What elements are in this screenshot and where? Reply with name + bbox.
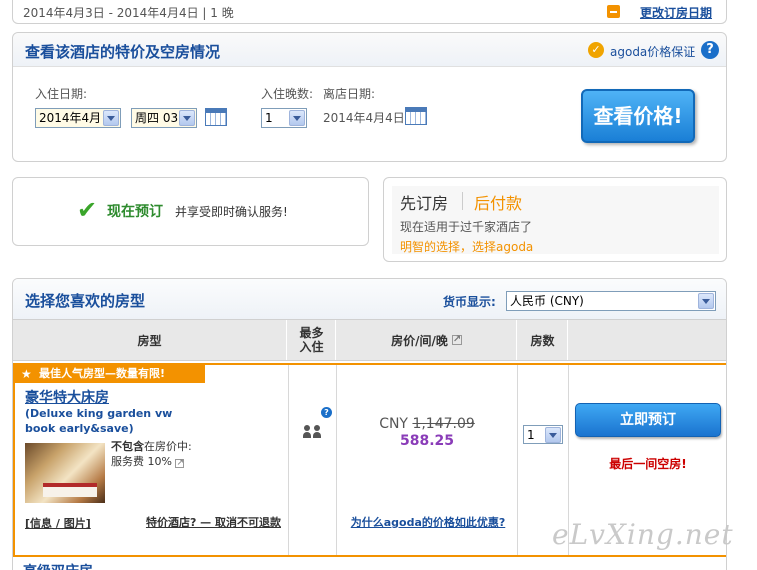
why-cheap-link[interactable]: 为什么agoda的价格如此优惠? (345, 515, 511, 530)
checkin-month-value: 2014年4月 (39, 111, 102, 125)
pay-later-box: 先订房 后付款 现在适用于过千家酒店了 明智的选择，选择agoda (383, 177, 727, 262)
non-refundable-link[interactable]: 特价酒店? — 取消不可退款 (129, 515, 281, 530)
excluded-fees: 不包含在房价中: 服务费 10% ↗ (111, 439, 192, 469)
last-room-notice: 最后一间空房! (609, 457, 687, 471)
room-panel-title: 选择您喜欢的房型 (25, 292, 146, 310)
column-divider (288, 365, 289, 555)
minus-icon[interactable] (607, 5, 620, 18)
change-dates-link[interactable]: 更改订房日期 (640, 4, 712, 21)
room-panel-header: 选择您喜欢的房型 货币显示: 人民币 (CNY) (13, 279, 726, 319)
popup-icon[interactable]: ↗ (451, 335, 462, 345)
help-icon[interactable]: ? (701, 41, 719, 59)
room-photo-bed (43, 483, 97, 497)
original-price: CNY 1,147.09 (337, 416, 517, 432)
checkin-day-select[interactable]: 周四 03 (131, 108, 197, 128)
currency-select[interactable]: 人民币 (CNY) (506, 291, 716, 311)
table-header: 房型 最多 入住 房价/间/晚 ↗ 房数 (13, 319, 726, 361)
site-watermark: eLvXing.net (552, 518, 734, 551)
currency-label: 货币显示: (443, 295, 496, 309)
col-max-occupancy: 最多 入住 (288, 320, 336, 360)
price-currency: CNY (379, 416, 408, 432)
availability-panel: 查看该酒店的特价及空房情况 ✓ agoda价格保证 ? 入住日期: 2014年4… (12, 32, 727, 162)
chevron-down-icon (698, 293, 714, 309)
col-room-type: 房型 (13, 320, 287, 360)
col-price-per-night: 房价/间/晚 ↗ (337, 320, 517, 360)
chevron-down-icon (103, 110, 119, 126)
pay-later-heading-b: 后付款 (474, 194, 523, 213)
green-check-icon: ✔ (77, 196, 98, 224)
book-now-label: 现在预订 (107, 204, 163, 220)
checkin-day-value: 周四 03 (135, 111, 179, 125)
currency-value: 人民币 (CNY) (510, 294, 584, 308)
availability-title: 查看该酒店的特价及空房情况 (25, 43, 221, 61)
person-icon (313, 425, 321, 438)
date-range-text: 2014年4月3日 - 2014年4月4日 | 1 晚 (23, 6, 234, 20)
col-action (569, 320, 726, 360)
column-divider (336, 365, 337, 555)
calendar-icon[interactable] (205, 108, 227, 126)
instant-confirm-box: ✔ 现在预订 并享受即时确认服务! (12, 177, 369, 246)
col-room-count: 房数 (518, 320, 568, 360)
divider (462, 192, 463, 210)
chevron-down-icon (545, 427, 561, 443)
service-fee: 服务费 10% (111, 455, 172, 468)
checkin-label: 入住日期: (35, 87, 88, 101)
two-persons-icon (303, 423, 325, 439)
checkout-label: 离店日期: (323, 87, 376, 101)
chevron-down-icon (179, 110, 195, 126)
person-icon (303, 425, 311, 438)
book-now-button[interactable]: 立即预订 (575, 403, 721, 437)
stay-summary-bar: 2014年4月3日 - 2014年4月4日 | 1 晚 更改订房日期 (12, 0, 727, 24)
next-room-name-link[interactable]: 高级双床房 (23, 561, 93, 570)
chevron-down-icon (289, 110, 305, 126)
checkout-date: 2014年4月4日 (323, 111, 405, 125)
room-quantity-value: 1 (527, 428, 535, 442)
star-icon: ★ (21, 367, 32, 381)
room-photo[interactable] (25, 443, 105, 503)
nights-value: 1 (265, 111, 273, 125)
nights-select[interactable]: 1 (261, 108, 307, 128)
original-price-value: 1,147.09 (412, 416, 475, 432)
pay-later-panel: 先订房 后付款 现在适用于过千家酒店了 明智的选择，选择agoda (392, 186, 719, 254)
checkin-month-select[interactable]: 2014年4月 (35, 108, 121, 128)
room-quantity-select[interactable]: 1 (523, 425, 563, 444)
check-price-button[interactable]: 查看价格! (581, 89, 695, 143)
not-included-bold: 不包含 (111, 440, 144, 453)
not-included-rest: 在房价中: (144, 440, 192, 453)
pay-later-line-1: 现在适用于过千家酒店了 (400, 220, 533, 234)
column-divider (517, 365, 518, 555)
checkmark-badge-icon: ✓ (588, 42, 604, 58)
pay-later-line-2: 明智的选择，选择agoda (400, 240, 534, 254)
book-now-description: 并享受即时确认服务! (175, 205, 288, 219)
room-subtitle: (Deluxe king garden vw book early&save) (25, 407, 173, 435)
popular-room-tag: 最佳人气房型—数量有限! (15, 365, 205, 383)
popup-icon[interactable]: ↗ (175, 459, 185, 468)
discount-price: 588.25 (399, 433, 455, 449)
price-guarantee-link[interactable]: agoda价格保证 (610, 43, 695, 60)
info-photos-link[interactable]: [信息 / 图片] (25, 515, 91, 531)
pay-later-heading-a: 先订房 (400, 194, 449, 213)
question-icon[interactable]: ? (321, 407, 332, 418)
nights-label: 入住晚数: (261, 87, 314, 101)
calendar-icon[interactable] (405, 107, 427, 125)
availability-header: 查看该酒店的特价及空房情况 ✓ agoda价格保证 ? (13, 33, 726, 67)
room-name-link[interactable]: 豪华特大床房 (25, 387, 109, 407)
